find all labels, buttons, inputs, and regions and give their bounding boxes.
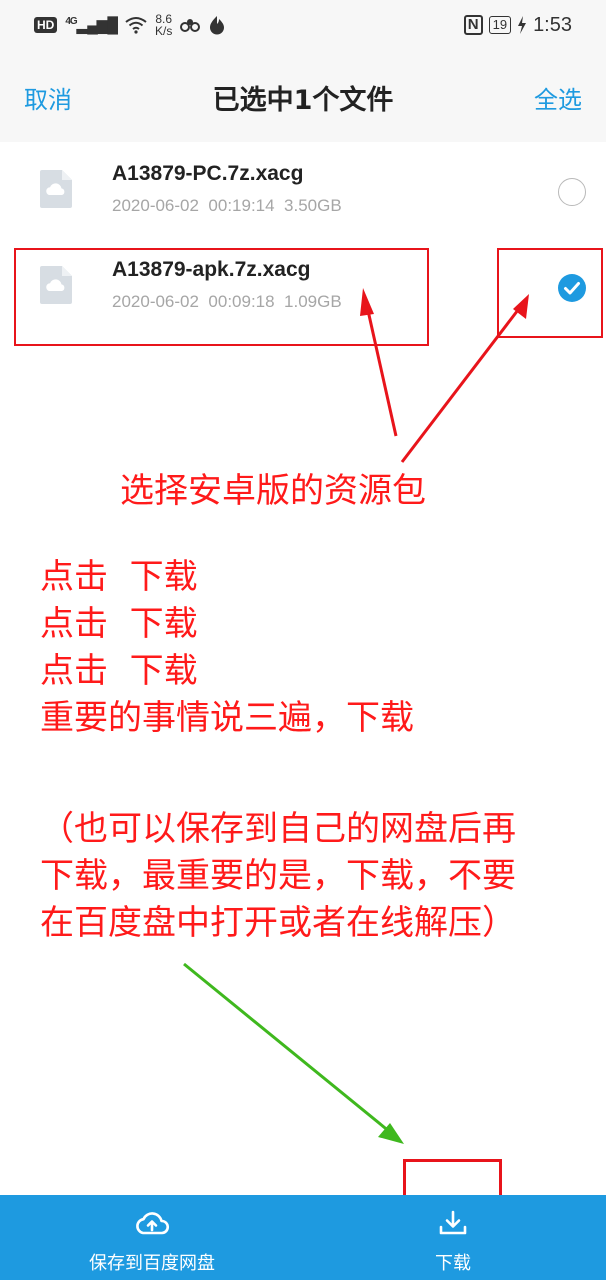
save-to-cloud-label: 保存到百度网盘 (89, 1253, 215, 1274)
download-label: 下载 (435, 1253, 471, 1274)
annotation-choose-apk: 选择安卓版的资源包 (120, 471, 426, 511)
bottom-action-bar: 保存到百度网盘 下载 (0, 1195, 606, 1280)
red-arrow-to-checkbox (400, 294, 529, 463)
cloud-upload-icon (136, 1212, 170, 1235)
red-arrow-to-file (360, 288, 398, 437)
green-arrow-to-download (183, 962, 404, 1144)
annotation-click-download: 点击 下载 点击 下载 点击 下载 重要的事情说三遍，下载 (40, 557, 414, 738)
download-icon (439, 1210, 467, 1235)
download-button[interactable]: 下载 (404, 1195, 502, 1280)
annotation-save-note: （也可以保存到自己的网盘后再 下载，最重要的是，下载，不要 在百度盘中打开或者在… (40, 809, 516, 943)
save-to-cloud-button[interactable]: 保存到百度网盘 (60, 1195, 244, 1280)
